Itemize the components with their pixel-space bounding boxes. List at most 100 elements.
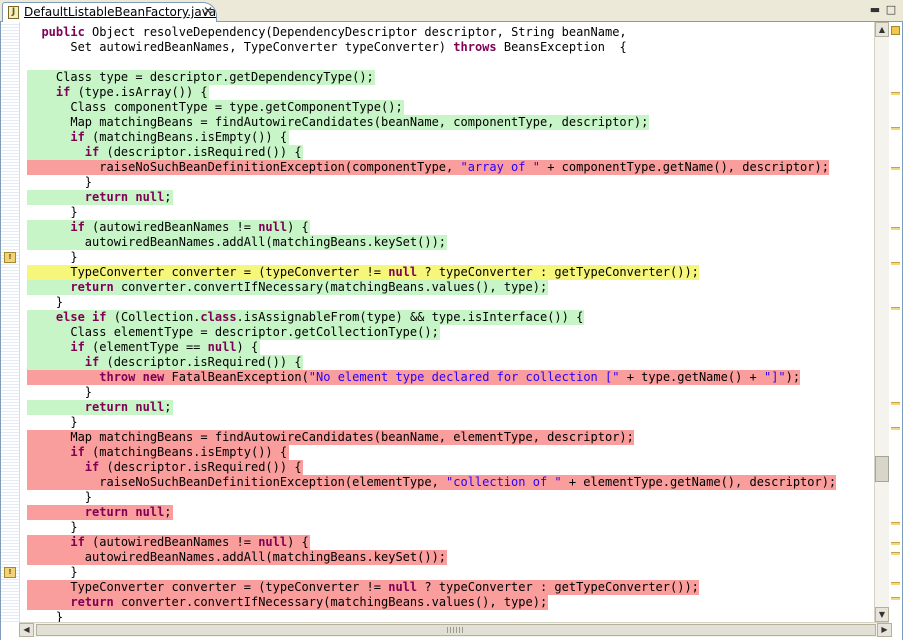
keyword-token: class bbox=[200, 310, 237, 324]
code-line[interactable]: Map matchingBeans = findAutowireCandidat… bbox=[21, 115, 874, 130]
code-line[interactable]: } bbox=[21, 205, 874, 220]
code-line[interactable]: if (matchingBeans.isEmpty()) { bbox=[21, 445, 874, 460]
code-line[interactable]: } bbox=[21, 490, 874, 505]
code-line[interactable]: if (type.isArray()) { bbox=[21, 85, 874, 100]
code-line[interactable]: return null; bbox=[21, 190, 874, 205]
warning-marker-icon[interactable]: ! bbox=[4, 252, 16, 263]
keyword-token: if bbox=[70, 535, 85, 549]
code-line[interactable]: else if (Collection.class.isAssignableFr… bbox=[21, 310, 874, 325]
code-line[interactable]: throw new FatalBeanException("No element… bbox=[21, 370, 874, 385]
keyword-token: null bbox=[207, 340, 237, 354]
code-token: } bbox=[27, 205, 78, 219]
horizontal-scrollbar[interactable]: ◀ ▶ bbox=[19, 622, 892, 637]
code-line[interactable]: Class elementType = descriptor.getCollec… bbox=[21, 325, 874, 340]
code-editor: !! public Object resolveDependency(Depen… bbox=[0, 22, 903, 640]
code-line[interactable]: TypeConverter converter = (typeConverter… bbox=[21, 265, 874, 280]
scroll-down-icon[interactable]: ▼ bbox=[875, 607, 889, 622]
code-token: } bbox=[27, 565, 78, 579]
keyword-token: return bbox=[84, 505, 129, 519]
overview-mark[interactable] bbox=[891, 92, 900, 95]
code-line[interactable]: Map matchingBeans = findAutowireCandidat… bbox=[21, 430, 874, 445]
code-line[interactable]: return null; bbox=[21, 505, 874, 520]
maximize-icon[interactable]: □ bbox=[885, 4, 897, 16]
code-line[interactable]: return converter.convertIfNecessary(matc… bbox=[21, 595, 874, 610]
overview-mark[interactable] bbox=[891, 262, 900, 265]
code-line[interactable]: } bbox=[21, 610, 874, 622]
code-area[interactable]: public Object resolveDependency(Dependen… bbox=[21, 22, 874, 622]
overview-mark[interactable] bbox=[891, 522, 900, 525]
code-line[interactable]: autowiredBeanNames.addAll(matchingBeans.… bbox=[21, 235, 874, 250]
minimize-icon[interactable]: ▬ bbox=[869, 4, 881, 16]
keyword-token: if bbox=[92, 310, 107, 324]
keyword-token: return bbox=[84, 190, 129, 204]
tab-title[interactable]: DefaultListableBeanFactory.java bbox=[24, 5, 216, 19]
code-text: Class componentType = type.getComponentT… bbox=[27, 100, 403, 115]
vertical-scrollbar[interactable]: ▲ ▼ bbox=[874, 22, 889, 622]
keyword-token: null bbox=[135, 505, 165, 519]
code-line[interactable]: Class componentType = type.getComponentT… bbox=[21, 100, 874, 115]
warning-marker-icon[interactable]: ! bbox=[4, 567, 16, 578]
code-line[interactable] bbox=[21, 55, 874, 70]
overview-mark[interactable] bbox=[891, 307, 900, 310]
scroll-up-icon[interactable]: ▲ bbox=[875, 22, 889, 37]
code-line[interactable]: public Object resolveDependency(Dependen… bbox=[21, 25, 874, 40]
code-line[interactable]: } bbox=[21, 175, 874, 190]
code-text: throw new FatalBeanException("No element… bbox=[27, 370, 800, 385]
code-token: (matchingBeans.isEmpty()) { bbox=[84, 445, 288, 459]
code-line[interactable]: if (matchingBeans.isEmpty()) { bbox=[21, 130, 874, 145]
code-line[interactable]: } bbox=[21, 415, 874, 430]
close-icon[interactable]: ✕ bbox=[203, 4, 213, 18]
code-line[interactable]: if (descriptor.isRequired()) { bbox=[21, 355, 874, 370]
scroll-right-icon[interactable]: ▶ bbox=[877, 623, 892, 637]
code-text: Map matchingBeans = findAutowireCandidat… bbox=[27, 430, 634, 445]
overview-mark[interactable] bbox=[891, 402, 900, 405]
code-line[interactable]: return converter.convertIfNecessary(matc… bbox=[21, 280, 874, 295]
overview-mark[interactable] bbox=[891, 227, 900, 230]
code-line[interactable]: } bbox=[21, 385, 874, 400]
code-token: } bbox=[27, 250, 78, 264]
overview-mark[interactable] bbox=[891, 167, 900, 170]
overview-mark[interactable] bbox=[891, 127, 900, 130]
horizontal-scroll-thumb[interactable] bbox=[36, 624, 876, 636]
code-line[interactable]: } bbox=[21, 520, 874, 535]
code-text: TypeConverter converter = (typeConverter… bbox=[27, 265, 699, 280]
overview-mark[interactable] bbox=[891, 582, 900, 585]
code-line[interactable]: raiseNoSuchBeanDefinitionException(compo… bbox=[21, 160, 874, 175]
code-line[interactable]: if (autowiredBeanNames != null) { bbox=[21, 220, 874, 235]
code-text: if (autowiredBeanNames != null) { bbox=[27, 535, 308, 550]
scroll-left-icon[interactable]: ◀ bbox=[19, 623, 34, 637]
overview-mark[interactable] bbox=[891, 597, 900, 600]
code-line[interactable]: Set autowiredBeanNames, TypeConverter ty… bbox=[21, 40, 874, 55]
warning-summary-icon[interactable] bbox=[891, 26, 900, 35]
overview-mark[interactable] bbox=[891, 427, 900, 430]
code-token: ; bbox=[164, 505, 172, 519]
code-line[interactable]: } bbox=[21, 295, 874, 310]
overview-mark[interactable] bbox=[891, 552, 900, 555]
vertical-ruler[interactable]: !! bbox=[1, 22, 20, 622]
code-line[interactable]: } bbox=[21, 250, 874, 265]
vertical-scroll-thumb[interactable] bbox=[875, 456, 889, 482]
code-token: Class componentType = type.getComponentT… bbox=[27, 100, 403, 114]
overview-ruler[interactable] bbox=[889, 22, 902, 622]
editor-tab[interactable]: J DefaultListableBeanFactory.java ✕ bbox=[2, 2, 217, 22]
code-line[interactable]: if (descriptor.isRequired()) { bbox=[21, 460, 874, 475]
code-line[interactable]: if (autowiredBeanNames != null) { bbox=[21, 535, 874, 550]
code-token: (Collection. bbox=[106, 310, 201, 324]
code-line[interactable]: TypeConverter converter = (typeConverter… bbox=[21, 580, 874, 595]
code-line[interactable]: } bbox=[21, 565, 874, 580]
code-line[interactable]: if (elementType == null) { bbox=[21, 340, 874, 355]
code-line[interactable]: if (descriptor.isRequired()) { bbox=[21, 145, 874, 160]
code-line[interactable]: autowiredBeanNames.addAll(matchingBeans.… bbox=[21, 550, 874, 565]
code-text: if (matchingBeans.isEmpty()) { bbox=[27, 130, 287, 145]
code-line[interactable]: return null; bbox=[21, 400, 874, 415]
code-line[interactable]: Class type = descriptor.getDependencyTyp… bbox=[21, 70, 874, 85]
overview-mark[interactable] bbox=[891, 542, 900, 545]
code-token: raiseNoSuchBeanDefinitionException(compo… bbox=[27, 160, 461, 174]
code-token: } bbox=[27, 175, 93, 189]
code-line[interactable]: raiseNoSuchBeanDefinitionException(eleme… bbox=[21, 475, 874, 490]
